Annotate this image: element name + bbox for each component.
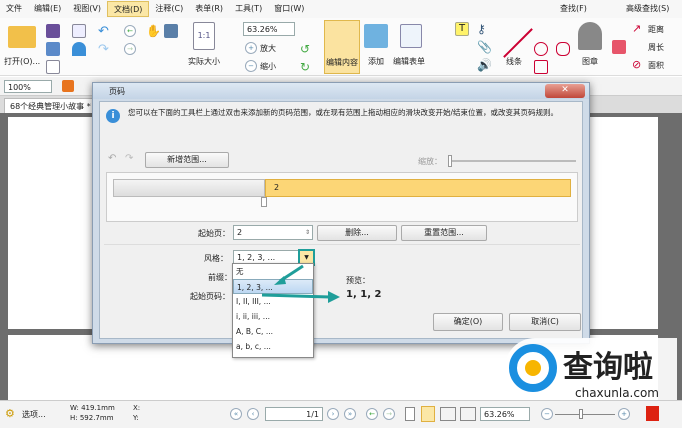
- first-page-icon[interactable]: «: [230, 408, 242, 420]
- continuous-facing-icon[interactable]: [460, 407, 476, 421]
- back-icon[interactable]: ←: [366, 408, 378, 420]
- zoom-slider-thumb[interactable]: [579, 409, 583, 419]
- arrow-head: [328, 291, 340, 303]
- status-zoom-select[interactable]: 63.26%: [480, 407, 530, 421]
- zoom-slider[interactable]: [555, 409, 615, 419]
- last-page-icon[interactable]: »: [344, 408, 356, 420]
- watermark-url: chaxunla.com: [575, 386, 659, 400]
- zoom-out-icon[interactable]: −: [541, 408, 553, 420]
- status-zoom-value: 63.26%: [484, 410, 515, 419]
- facing-page-icon[interactable]: [440, 407, 456, 421]
- continuous-page-icon[interactable]: [421, 406, 435, 422]
- watermark-brand: 查询啦: [563, 350, 653, 385]
- prev-page-icon[interactable]: ‹: [247, 408, 259, 420]
- options-button[interactable]: 选项...: [22, 409, 46, 420]
- page-total: /1: [311, 410, 319, 419]
- watermark-logo: 查询啦 chaxunla.com: [505, 338, 677, 404]
- arrow-to-preview: [261, 293, 331, 299]
- zoom-in-icon[interactable]: +: [618, 408, 630, 420]
- pdf-icon[interactable]: [646, 406, 659, 421]
- y-readout: Y:: [133, 414, 139, 422]
- x-readout: X:: [133, 404, 141, 412]
- gear-icon[interactable]: ⚙: [5, 407, 15, 420]
- forward-icon[interactable]: →: [383, 408, 395, 420]
- height-readout: H: 592.7mm: [70, 414, 114, 422]
- arrow-head: [274, 276, 286, 285]
- next-page-icon[interactable]: ›: [327, 408, 339, 420]
- single-page-icon[interactable]: [405, 407, 415, 421]
- watermark-q-icon: [509, 344, 557, 392]
- status-bar: ⚙ 选项... W: 419.1mm H: 592.7mm X: Y: « ‹ …: [0, 400, 682, 428]
- width-readout: W: 419.1mm: [70, 404, 115, 412]
- page-input[interactable]: 1/1: [265, 407, 323, 421]
